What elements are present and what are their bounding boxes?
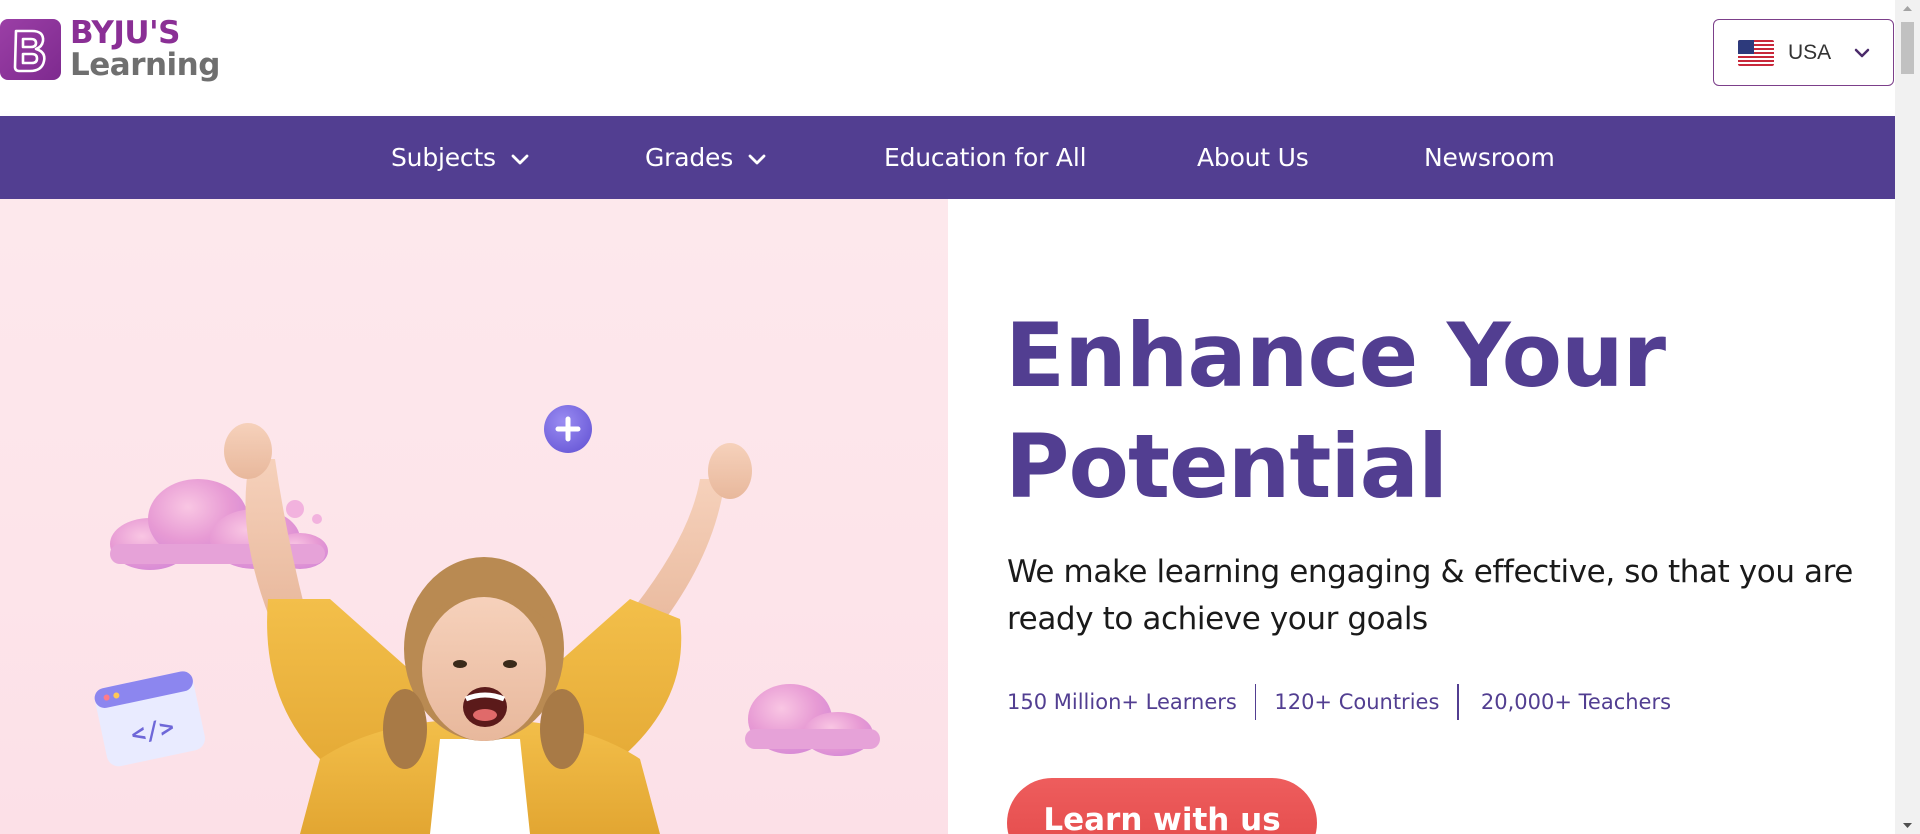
hero-headline: Enhance Your Potential — [1005, 300, 1865, 522]
logo-mark-icon — [0, 19, 61, 80]
chevron-down-icon — [1854, 48, 1870, 58]
nav-item-newsroom[interactable]: Newsroom — [1424, 116, 1555, 199]
hero-subtext: We make learning engaging & effective, s… — [1007, 554, 1853, 637]
nav-item-about-us[interactable]: About Us — [1197, 116, 1309, 199]
chevron-down-icon — [748, 154, 766, 164]
hero-stats: 150 Million+ Learners 120+ Countries 20,… — [1007, 684, 1689, 720]
cloud-right-icon — [745, 684, 880, 756]
nav-item-subjects[interactable]: Subjects — [391, 116, 530, 199]
cloud-left-icon — [110, 479, 328, 570]
student-girl-image — [224, 423, 752, 834]
us-flag-icon — [1738, 39, 1774, 66]
learn-with-us-button[interactable]: Learn with us — [1007, 778, 1317, 834]
hero-headline-line1: Enhance Your — [1005, 304, 1666, 407]
stat-countries: 120+ Countries — [1274, 690, 1440, 714]
hero-image: </> — [94, 405, 880, 834]
chevron-down-icon — [511, 154, 529, 164]
scroll-up-arrow-icon[interactable] — [1901, 4, 1914, 14]
nav-label: Education for All — [884, 143, 1087, 172]
hero-illustration: </> — [0, 199, 948, 834]
scrollbar-thumb[interactable] — [1901, 22, 1914, 74]
stat-learners: 150 Million+ Learners — [1007, 690, 1237, 714]
logo-text-brand: BYJU'S — [70, 15, 180, 51]
code-window-icon: </> — [94, 671, 205, 767]
hero-headline-line2: Potential — [1005, 415, 1448, 518]
stat-teachers: 20,000+ Teachers — [1480, 690, 1672, 714]
scroll-down-arrow-icon[interactable] — [1901, 820, 1914, 830]
logo-text-learning: Learning — [70, 47, 220, 83]
nav-label: Subjects — [391, 143, 496, 172]
nav-item-education-for-all[interactable]: Education for All — [884, 116, 1087, 199]
top-header: BYJU'S Learning USA — [0, 0, 1895, 116]
nav-label: Newsroom — [1424, 143, 1555, 172]
plus-badge-icon — [544, 405, 592, 453]
nav-label: Grades — [645, 143, 734, 172]
page-scrollbar[interactable] — [1895, 0, 1920, 834]
country-label: USA — [1788, 40, 1832, 64]
nav-label: About Us — [1197, 143, 1309, 172]
country-selector[interactable]: USA — [1713, 19, 1894, 86]
byjus-logo[interactable]: BYJU'S Learning — [0, 18, 220, 88]
nav-item-grades[interactable]: Grades — [645, 116, 767, 199]
main-nav: Subjects Grades Education for All About … — [0, 116, 1895, 199]
